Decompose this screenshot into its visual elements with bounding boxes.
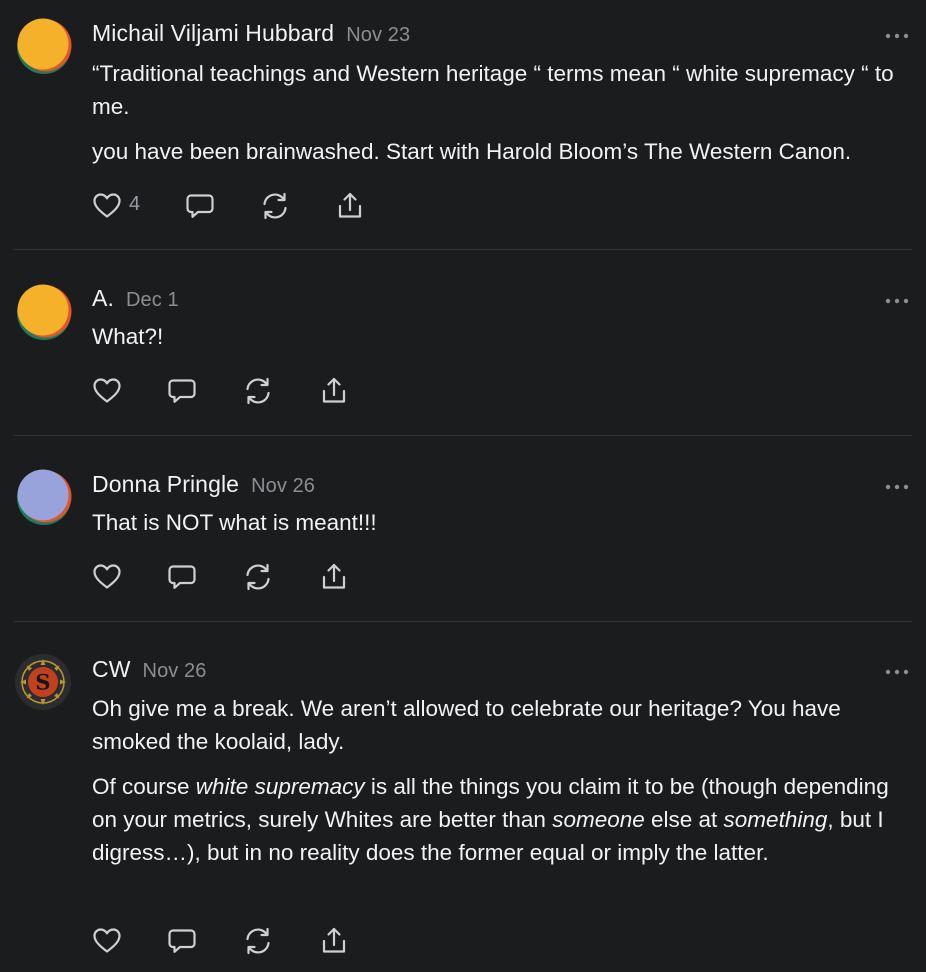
comment-body: Oh give me a break. We aren’t allowed to… [92,692,912,869]
comment-date[interactable]: Nov 26 [143,660,207,682]
share-button[interactable] [317,560,351,594]
comment-paragraph: That is NOT what is meant!!! [92,510,377,535]
restack-icon [258,189,292,223]
divider [14,249,912,250]
divider [14,621,912,622]
text-run: else at [644,807,724,832]
comment-date[interactable]: Nov 26 [251,475,315,497]
restack-button[interactable] [258,189,292,223]
svg-text:S: S [35,670,50,695]
restack-icon [241,374,275,408]
comment-body: “Traditional teachings and Western herit… [92,57,912,168]
ellipsis-icon[interactable] [884,664,910,674]
emphasis-text: something [723,807,828,832]
comment-paragraph: Of course white supremacy is all the thi… [92,770,912,869]
speech-bubble-icon [183,189,217,223]
share-button[interactable] [333,189,367,223]
reply-button[interactable] [165,560,199,594]
like-count: 4 [129,193,141,215]
reply-button[interactable] [183,189,217,223]
author-name[interactable]: A. [92,285,114,311]
share-icon [333,189,367,223]
comment-paragraph: “Traditional teachings and Western herit… [92,61,894,119]
heart-icon [90,374,124,408]
avatar[interactable] [14,467,72,525]
comment-paragraph: What?! [92,324,164,349]
emblem-avatar-s: S [15,654,71,710]
restack-button[interactable] [241,560,275,594]
speech-bubble-icon [165,374,199,408]
avatar[interactable] [14,16,72,74]
comment-body: What?! [92,320,912,353]
divider [14,435,912,436]
like-button[interactable] [90,924,124,958]
speech-bubble-icon [165,560,199,594]
avatar[interactable]: S [14,653,72,711]
share-button[interactable] [317,374,351,408]
reply-button[interactable] [165,924,199,958]
comment-date[interactable]: Nov 23 [346,24,410,46]
heart-icon [90,189,124,223]
text-run: Of course [92,774,196,799]
emphasis-text: white supremacy [195,774,365,799]
comment-date[interactable]: Dec 1 [126,289,179,311]
share-icon [317,560,351,594]
restack-button[interactable] [241,374,275,408]
restack-icon [241,924,275,958]
ellipsis-icon[interactable] [884,28,910,38]
author-name[interactable]: CW [92,656,131,682]
like-button[interactable] [90,560,124,594]
heart-icon [90,560,124,594]
restack-button[interactable] [241,924,275,958]
comment-paragraph: you have been brainwashed. Start with Ha… [92,139,852,164]
restack-icon [241,560,275,594]
speech-bubble-icon [165,924,199,958]
author-name[interactable]: Michail Viljami Hubbard [92,20,334,46]
like-button[interactable] [90,374,124,408]
share-icon [317,374,351,408]
heart-icon [90,924,124,958]
comment-paragraph: Oh give me a break. We aren’t allowed to… [92,696,841,754]
avatar[interactable] [14,282,72,340]
ellipsis-icon[interactable] [884,479,910,489]
emphasis-text: someone [552,807,645,832]
share-icon [317,924,351,958]
reply-button[interactable] [165,374,199,408]
comment-body: That is NOT what is meant!!! [92,506,912,539]
like-button[interactable] [90,189,124,223]
ellipsis-icon[interactable] [884,293,910,303]
author-name[interactable]: Donna Pringle [92,471,239,497]
share-button[interactable] [317,924,351,958]
